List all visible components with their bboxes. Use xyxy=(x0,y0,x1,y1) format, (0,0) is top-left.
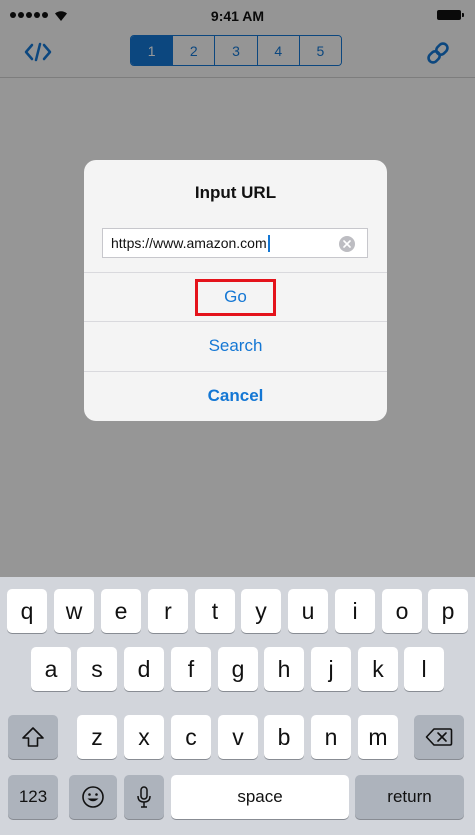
key-j[interactable]: j xyxy=(311,647,351,691)
keyboard: q w e r t y u i o p a s d f g h j k l z … xyxy=(0,577,475,835)
alert-title: Input URL xyxy=(194,183,277,202)
go-button-highlight-box xyxy=(195,279,276,316)
key-f[interactable]: f xyxy=(171,647,211,691)
input-url-alert: Input URL https://www.amazon.com Go Sear… xyxy=(84,160,387,421)
emoji-icon xyxy=(82,786,104,808)
shift-key[interactable] xyxy=(8,715,58,759)
url-input[interactable]: https://www.amazon.com xyxy=(102,228,368,258)
url-input-value: https://www.amazon.com xyxy=(111,235,267,251)
clear-text-button[interactable] xyxy=(339,236,355,252)
cancel-button[interactable]: Cancel xyxy=(84,371,387,420)
key-g[interactable]: g xyxy=(218,647,258,691)
emoji-key[interactable] xyxy=(69,775,117,819)
key-l[interactable]: l xyxy=(404,647,444,691)
key-m[interactable]: m xyxy=(358,715,398,759)
dictation-key[interactable] xyxy=(124,775,164,819)
text-cursor xyxy=(267,234,270,252)
key-z[interactable]: z xyxy=(77,715,117,759)
delete-key[interactable] xyxy=(414,715,464,759)
key-r[interactable]: r xyxy=(148,589,188,633)
clear-icon xyxy=(343,240,351,248)
key-x[interactable]: x xyxy=(124,715,164,759)
key-t[interactable]: t xyxy=(195,589,235,633)
key-q[interactable]: q xyxy=(7,589,47,633)
key-u[interactable]: u xyxy=(288,589,328,633)
return-key[interactable]: return xyxy=(355,775,464,819)
key-n[interactable]: n xyxy=(311,715,351,759)
key-p[interactable]: p xyxy=(428,589,468,633)
key-e[interactable]: e xyxy=(101,589,141,633)
key-d[interactable]: d xyxy=(124,647,164,691)
key-o[interactable]: o xyxy=(382,589,422,633)
key-k[interactable]: k xyxy=(358,647,398,691)
key-i[interactable]: i xyxy=(335,589,375,633)
key-c[interactable]: c xyxy=(171,715,211,759)
backspace-icon xyxy=(425,728,453,746)
space-key[interactable]: space xyxy=(171,775,349,819)
key-a[interactable]: a xyxy=(31,647,71,691)
key-v[interactable]: v xyxy=(218,715,258,759)
numbers-key[interactable]: 123 xyxy=(8,775,58,819)
key-h[interactable]: h xyxy=(264,647,304,691)
search-button[interactable]: Search xyxy=(84,321,387,370)
microphone-icon xyxy=(137,786,151,808)
key-y[interactable]: y xyxy=(241,589,281,633)
key-b[interactable]: b xyxy=(264,715,304,759)
key-s[interactable]: s xyxy=(77,647,117,691)
key-w[interactable]: w xyxy=(54,589,94,633)
shift-icon xyxy=(22,727,44,747)
